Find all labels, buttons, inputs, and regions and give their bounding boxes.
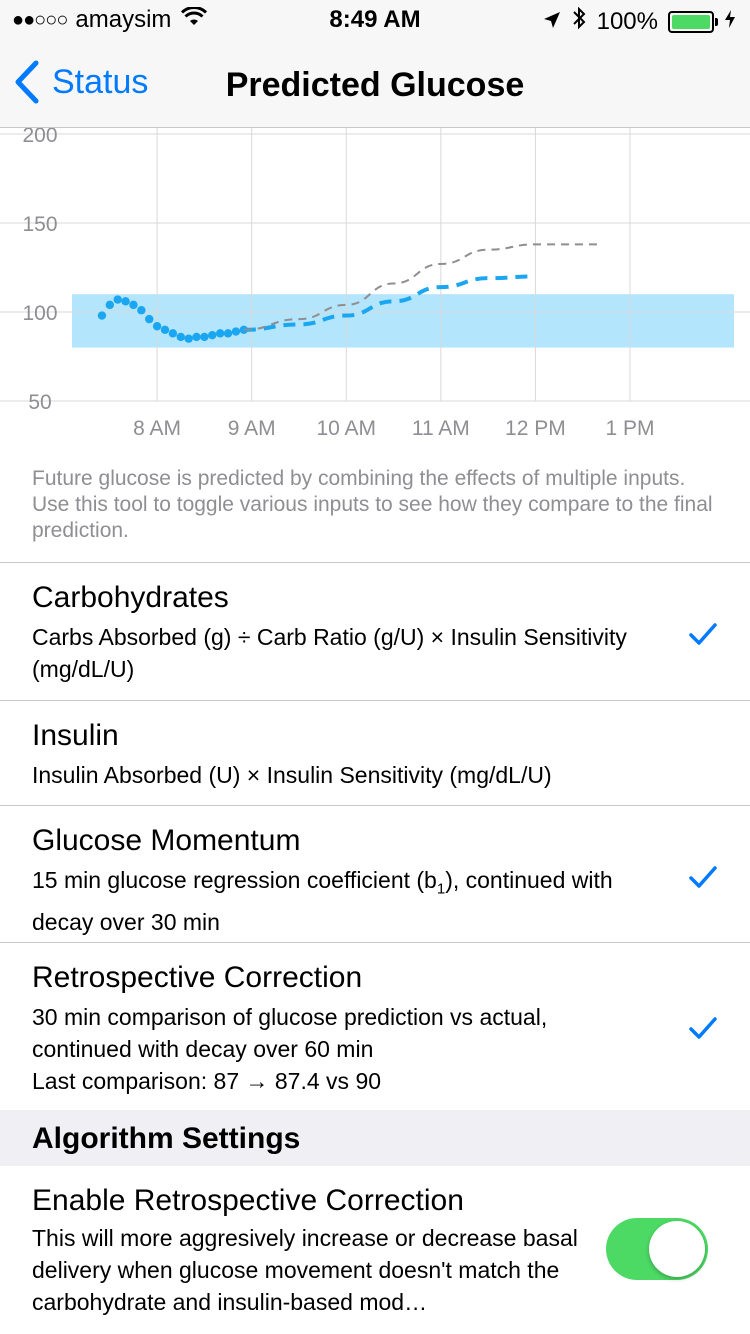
input-row-glucose-momentum[interactable]: Glucose Momentum 15 min glucose regressi… (0, 805, 750, 942)
input-description: Carbs Absorbed (g) ÷ Carb Ratio (g/U) × … (32, 624, 627, 682)
input-title: Glucose Momentum (32, 824, 301, 857)
glucose-reading-point (215, 329, 225, 338)
y-tick-label: 200 (22, 128, 57, 147)
x-tick-label: 10 AM (316, 417, 376, 440)
navigation-bar: Status Predicted Glucose (0, 40, 750, 128)
x-tick-label: 12 PM (505, 417, 566, 440)
glucose-reading-point (208, 330, 217, 340)
glucose-reading-point (231, 327, 241, 336)
x-tick-label: 11 AM (412, 417, 470, 440)
glucose-reading-point (121, 297, 130, 306)
glucose-reading-point (192, 332, 201, 342)
glucose-reading-point (105, 300, 115, 310)
checkmark-icon (688, 619, 718, 649)
setting-title: Enable Retrospective Correction (32, 1184, 464, 1217)
section-header-algorithm-settings: Algorithm Settings (0, 1110, 750, 1166)
glucose-chart-svg: 200 150 100 50 8 AM 9 AM 10 AM 11 AM 12 PM 1 PM (0, 124, 750, 440)
checkmark-icon (688, 862, 718, 892)
glucose-reading-point (160, 325, 170, 334)
battery-icon (668, 10, 718, 33)
charging-bolt-icon (724, 8, 736, 36)
y-tick-label: 50 (28, 391, 51, 414)
glucose-reading-point (145, 314, 154, 324)
input-description: 30 min comparison of glucose prediction … (32, 1004, 548, 1062)
x-tick-label: 9 AM (228, 417, 276, 440)
glucose-reading-point (176, 332, 185, 342)
page-title: Predicted Glucose (225, 66, 525, 104)
checkmark-icon (688, 1013, 718, 1043)
battery-percent: 100% (596, 7, 658, 35)
input-title: Insulin (32, 719, 119, 752)
retrospective-correction-toggle[interactable] (606, 1218, 708, 1280)
input-row-carbohydrates[interactable]: Carbohydrates Carbs Absorbed (g) ÷ Carb … (0, 562, 750, 700)
glucose-chart: 200 150 100 50 8 AM 9 AM 10 AM 11 AM 12 PM 1 PM (0, 124, 750, 458)
input-description: Insulin Absorbed (U) × Insulin Sensitivi… (32, 762, 552, 788)
input-row-insulin[interactable]: Insulin Insulin Absorbed (U) × Insulin S… (0, 700, 750, 805)
input-title: Retrospective Correction (32, 961, 363, 994)
glucose-reading-point (223, 329, 233, 338)
status-bar: ●●○○○ amaysim 8:49 AM 100% (0, 0, 750, 40)
glucose-reading-point (200, 332, 209, 342)
input-row-retrospective-correction[interactable]: Retrospective Correction 30 min comparis… (0, 942, 750, 1110)
glucose-reading-point (129, 300, 138, 310)
glucose-reading-point (137, 306, 146, 315)
last-comparison-text: Last comparison: 87 → 87.4 vs 90 (32, 1068, 382, 1094)
section-header-label: Algorithm Settings (32, 1122, 301, 1155)
glucose-reading-point (168, 329, 178, 338)
y-tick-label: 150 (22, 213, 57, 236)
glucose-reading-point (152, 322, 162, 331)
x-tick-label: 1 PM (605, 417, 654, 440)
glucose-reading-point (113, 295, 122, 304)
location-arrow-icon (543, 8, 561, 36)
glucose-reading-point (97, 311, 107, 320)
input-title: Carbohydrates (32, 581, 229, 614)
glucose-reading-point (184, 334, 193, 343)
setting-description: This will more aggresively increase or d… (32, 1225, 578, 1315)
y-tick-label: 100 (22, 302, 57, 325)
chart-footnote: Future glucose is predicted by combining… (32, 467, 713, 542)
input-description: 15 min glucose regression coefficient (b… (32, 867, 613, 935)
x-tick-label: 8 AM (133, 417, 181, 440)
bluetooth-icon (571, 6, 587, 37)
toggle-knob (649, 1221, 705, 1277)
